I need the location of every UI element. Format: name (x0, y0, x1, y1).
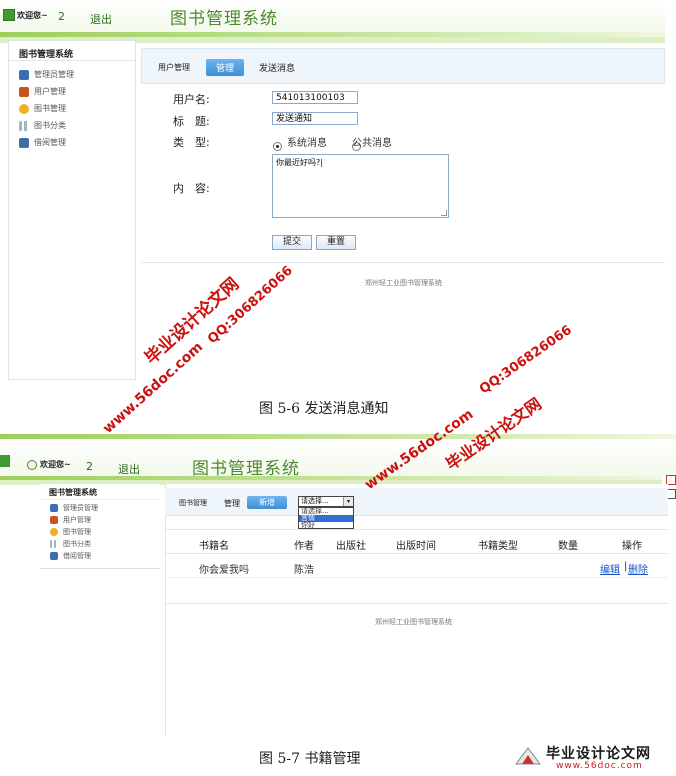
chevron-down-icon: ▾ (343, 497, 353, 506)
s2-topbar: 欢迎您~ 2 退出 图书管理系统 (0, 439, 676, 479)
s2-menu-books[interactable]: 图书管理 (50, 526, 160, 538)
s2-menu-user[interactable]: 用户管理 (50, 514, 160, 526)
s2-user-num: 2 (86, 460, 93, 473)
s1-user-num: 2 (58, 10, 65, 23)
s2-menu-category[interactable]: 图书分类 (50, 538, 160, 550)
s1-menu-user[interactable]: 用户管理 (19, 83, 135, 100)
s1-radio-public-label: 公共消息 (352, 138, 392, 149)
s1-tab-bar: 用户管理 管理 发送消息 (141, 48, 665, 84)
caption-fig-5-6: 图 5-6 发送消息通知 (259, 401, 389, 417)
s1-menu-admin[interactable]: 管理员管理 (19, 66, 135, 83)
s2-cell-name: 你会爱我吗 (199, 565, 249, 576)
s1-title-label: 标 题: (173, 115, 210, 128)
s2-select-option[interactable]: 你好 (299, 522, 353, 529)
s1-type-label: 类 型: (173, 136, 210, 149)
s1-submit-button[interactable]: 提交 (272, 235, 312, 250)
brand-logo-icon (514, 746, 542, 766)
s1-username-input[interactable]: 541013100103 (272, 91, 358, 104)
resize-grip-icon (441, 210, 447, 216)
s2-th-type: 书籍类型 (478, 541, 518, 552)
user-icon (19, 86, 29, 97)
s2-table-top-divider (165, 529, 668, 530)
s2-menu-admin[interactable]: 管理员管理 (50, 502, 160, 514)
s2-select-dropdown: 请选择... 言情 你好 (298, 507, 354, 529)
s2-user-icon (27, 460, 37, 470)
s2-th-author: 作者 (294, 541, 314, 552)
brand-name: 毕业设计论文网 (546, 746, 651, 762)
s1-logo-icon (3, 9, 15, 21)
s1-content-text: 你最近好吗?| (276, 158, 323, 167)
s2-sidebar: 图书管理系统 管理员管理 用户管理 图书管理 图书分类 借阅管理 (40, 484, 160, 569)
s1-menu-category[interactable]: 图书分类 (19, 117, 135, 134)
s1-radio-system-label: 系统消息 (287, 138, 327, 149)
s1-reset-button[interactable]: 重置 (316, 235, 356, 250)
s2-edit-link[interactable]: 编辑 (600, 561, 620, 576)
s2-tab-bar: 图书管理 管理 新增 (165, 488, 668, 516)
s2-left-strip (0, 455, 10, 467)
star-icon (50, 528, 58, 536)
card-icon (19, 137, 29, 148)
s2-th-qty: 数量 (558, 541, 578, 552)
s2-table-row-divider (165, 577, 668, 578)
user-icon (50, 516, 58, 524)
admin-user-icon (50, 504, 58, 512)
s1-topbar: 欢迎您~ 2 退出 图书管理系统 (0, 0, 665, 32)
s1-logout-link[interactable]: 退出 (90, 11, 112, 27)
s1-content-textarea[interactable]: 你最近好吗?| (272, 154, 449, 218)
s2-tab-manage[interactable]: 管理 (224, 498, 240, 509)
s1-menu-borrow[interactable]: 借阅管理 (19, 134, 135, 151)
s2-link-sep: | (624, 561, 628, 572)
s2-category-select[interactable]: 请选择... ▾ (298, 496, 354, 507)
s2-th-name: 书籍名 (199, 541, 229, 552)
s2-th-pubdate: 出版时间 (396, 541, 436, 552)
brand-url: www.56doc.com (556, 761, 643, 771)
s1-tab-manage[interactable]: 管理 (206, 59, 245, 76)
s1-system-title: 图书管理系统 (170, 9, 278, 29)
s1-welcome: 欢迎您~ (17, 11, 48, 20)
grid-icon (50, 540, 58, 548)
s1-content-label: 内 容: (173, 182, 210, 195)
s2-tab-add[interactable]: 新增 (247, 496, 287, 509)
grid-icon (19, 120, 29, 131)
s2-table-bottom-divider (165, 603, 668, 604)
star-icon (19, 103, 29, 114)
s2-select-value: 请选择... (301, 497, 329, 505)
admin-user-icon (19, 69, 29, 80)
s1-menu-title: 图书管理系统 (9, 41, 135, 61)
s2-tab-books[interactable]: 图书管理 (179, 498, 207, 508)
s2-main-panel (165, 484, 668, 736)
s2-delete-link[interactable]: 删除 (628, 561, 648, 576)
s2-welcome: 欢迎您~ (40, 460, 71, 469)
s2-menu-title: 图书管理系统 (40, 484, 160, 500)
s2-cell-author: 陈浩 (294, 565, 314, 576)
caption-fig-5-7: 图 5-7 书籍管理 (259, 751, 361, 767)
s1-tab-user[interactable]: 用户管理 (158, 62, 190, 73)
s2-logout-link[interactable]: 退出 (118, 461, 140, 477)
s1-username-label: 用户名: (173, 93, 210, 106)
s2-footer: 郑州轻工业图书管理系统 (375, 618, 452, 626)
s1-footer: 郑州轻工业图书管理系统 (365, 279, 442, 287)
s1-title-input[interactable]: 发送通知 (272, 112, 358, 125)
s1-tab-send[interactable]: 发送消息 (259, 61, 295, 74)
s2-th-ops: 操作 (622, 541, 642, 552)
s2-th-publisher: 出版社 (336, 541, 366, 552)
s1-menu-books[interactable]: 图书管理 (19, 100, 135, 117)
s1-footer-divider (141, 262, 665, 263)
s1-radio-system[interactable] (273, 142, 282, 151)
s2-table-header-divider (165, 553, 668, 554)
card-icon (50, 552, 58, 560)
s1-sidebar: 图书管理系统 管理员管理 用户管理 图书管理 图书分类 借阅管理 (8, 40, 136, 380)
s2-menu-borrow[interactable]: 借阅管理 (50, 550, 160, 562)
